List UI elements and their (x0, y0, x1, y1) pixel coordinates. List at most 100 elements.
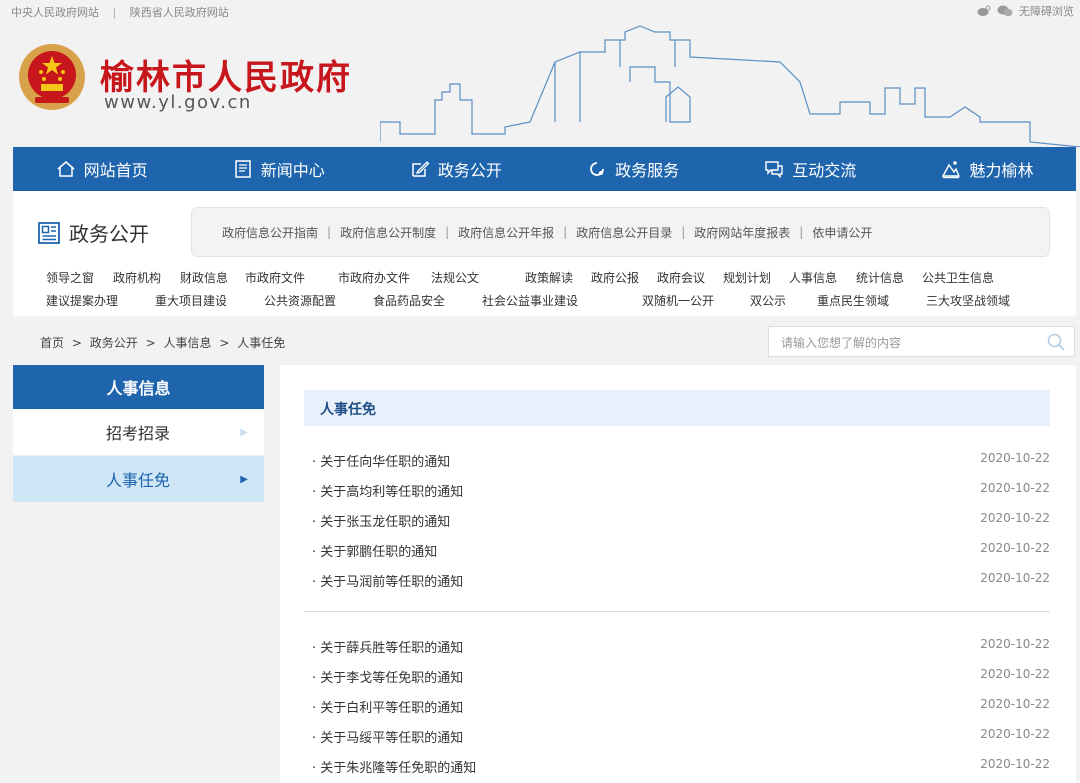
category-link[interactable]: 政府会议 (657, 269, 705, 286)
category-link[interactable]: 公共资源配置 (264, 292, 336, 309)
category-link[interactable]: 市政府办文件 (338, 269, 410, 286)
section-header: 政务公开 (37, 218, 149, 247)
wechat-icon[interactable] (997, 5, 1013, 17)
category-link[interactable]: 建议提案办理 (46, 292, 118, 309)
breadcrumb-appointments[interactable]: 人事任免 (237, 336, 285, 350)
category-link[interactable]: 三大攻坚战领域 (926, 292, 1010, 309)
article-link[interactable]: · 关于马绥平等任职的通知 (312, 727, 463, 746)
accessibility-link[interactable]: 无障碍浏览 (1019, 3, 1074, 19)
city-wall-skyline-icon (380, 25, 1080, 147)
national-emblem-icon[interactable] (17, 42, 87, 112)
list-item[interactable]: · 关于马绥平等任职的通知 2020-10-22 (304, 720, 1050, 750)
category-link[interactable]: 双随机一公开 (642, 292, 714, 309)
nav-home[interactable]: 网站首页 (13, 147, 190, 191)
breadcrumb: 首页 > 政务公开 > 人事信息 > 人事任免 (40, 334, 285, 351)
gov-affairs-section: 政务公开 政府信息公开指南 | 政府信息公开制度 | 政府信息公开年报 | 政府信息公… (13, 191, 1076, 316)
sidebar-item-label: 招考招录 (106, 424, 171, 443)
category-link[interactable]: 市政府文件 (245, 269, 305, 286)
nav-gov-affairs[interactable]: 政务公开 (367, 147, 544, 191)
separator: | (681, 225, 686, 239)
article-link[interactable]: · 关于郭鹏任职的通知 (312, 541, 437, 560)
category-link[interactable]: 规划计划 (723, 269, 771, 286)
article-link[interactable]: · 关于薛兵胜等任职的通知 (312, 637, 463, 656)
category-link[interactable]: 重点民生领域 (817, 292, 889, 309)
charm-icon (942, 161, 961, 179)
category-link[interactable]: 政府机构 (113, 269, 161, 286)
nav-interaction[interactable]: 互动交流 (722, 147, 899, 191)
article-date: 2020-10-22 (980, 511, 1050, 525)
article-link[interactable]: · 关于李戈等任免职的通知 (312, 667, 463, 686)
category-link[interactable]: 重大项目建设 (155, 292, 227, 309)
category-link[interactable]: 统计信息 (856, 269, 904, 286)
list-item[interactable]: · 关于郭鹏任职的通知 2020-10-22 (304, 534, 1050, 564)
category-link[interactable]: 人事信息 (789, 269, 837, 286)
category-link[interactable]: 领导之窗 (46, 269, 94, 286)
shaanxi-gov-link[interactable]: 陕西省人民政府网站 (130, 6, 229, 19)
sidebar: 人事信息 招考招录 ▶ 人事任免 ▶ (13, 365, 264, 503)
info-disclosure-links: 政府信息公开指南 | 政府信息公开制度 | 政府信息公开年报 | 政府信息公开目录 | … (191, 207, 1050, 257)
weibo-icon[interactable] (977, 5, 991, 17)
nav-news[interactable]: 新闻中心 (190, 147, 367, 191)
category-link[interactable]: 社会公益事业建设 (482, 292, 578, 309)
search-box (768, 326, 1075, 357)
breadcrumb-personnel-info[interactable]: 人事信息 (163, 336, 211, 350)
list-item[interactable]: · 关于朱兆隆等任免职的通知 2020-10-22 (304, 750, 1050, 780)
separator: | (327, 225, 332, 239)
list-item[interactable]: · 关于张玉龙任职的通知 2020-10-22 (304, 504, 1050, 534)
category-link[interactable]: 法规公文 (431, 269, 479, 286)
article-date: 2020-10-22 (980, 727, 1050, 741)
breadcrumb-home[interactable]: 首页 (40, 336, 64, 350)
list-item[interactable]: · 关于白利平等任职的通知 2020-10-22 (304, 690, 1050, 720)
sidebar-item-recruitment[interactable]: 招考招录 ▶ (13, 409, 264, 456)
section-title: 政务公开 (69, 222, 149, 246)
edit-icon (412, 161, 430, 177)
link-request-disclosure[interactable]: 依申请公开 (812, 224, 872, 241)
sidebar-title: 人事信息 (13, 365, 264, 409)
breadcrumb-gov-affairs[interactable]: 政务公开 (90, 336, 138, 350)
sidebar-item-appointments[interactable]: 人事任免 ▶ (13, 456, 264, 503)
category-link[interactable]: 政策解读 (525, 269, 573, 286)
article-link[interactable]: · 关于朱兆隆等任免职的通知 (312, 757, 476, 776)
article-link[interactable]: · 关于高均利等任职的通知 (312, 481, 463, 500)
link-site-annual-report[interactable]: 政府网站年度报表 (694, 224, 790, 241)
list-item[interactable]: · 关于高均利等任职的通知 2020-10-22 (304, 474, 1050, 504)
separator: | (563, 225, 568, 239)
nav-gov-affairs-label: 政务公开 (437, 161, 502, 180)
home-icon (57, 161, 75, 177)
article-link[interactable]: · 关于白利平等任职的通知 (312, 697, 463, 716)
separator: | (445, 225, 450, 239)
top-links-bar: 中央人民政府网站 | 陕西省人民政府网站 无障碍浏览 (0, 0, 1080, 22)
news-icon (235, 160, 251, 178)
category-link[interactable]: 财政信息 (180, 269, 228, 286)
chat-icon (765, 161, 783, 179)
article-date: 2020-10-22 (980, 451, 1050, 465)
list-item[interactable]: · 关于任向华任职的通知 2020-10-22 (304, 444, 1050, 474)
search-icon[interactable] (1046, 332, 1066, 352)
list-divider (304, 611, 1050, 612)
central-gov-link[interactable]: 中央人民政府网站 (11, 6, 99, 19)
sidebar-item-label: 人事任免 (106, 471, 171, 490)
article-link[interactable]: · 关于任向华任职的通知 (312, 451, 450, 470)
category-link[interactable]: 政府公报 (591, 269, 639, 286)
list-item[interactable]: · 关于李戈等任免职的通知 2020-10-22 (304, 660, 1050, 690)
breadcrumb-separator: > (71, 336, 82, 350)
nav-gov-service[interactable]: 政务服务 (545, 147, 722, 191)
site-url: www.yl.gov.cn (104, 92, 252, 113)
category-link[interactable]: 双公示 (750, 292, 786, 309)
link-disclosure-guide[interactable]: 政府信息公开指南 (222, 224, 318, 241)
link-disclosure-system[interactable]: 政府信息公开制度 (340, 224, 436, 241)
breadcrumb-separator: > (145, 336, 156, 350)
nav-charm-yulin[interactable]: 魅力榆林 (899, 147, 1076, 191)
category-link[interactable]: 公共卫生信息 (922, 269, 994, 286)
article-date: 2020-10-22 (980, 757, 1050, 771)
list-item[interactable]: · 关于马润前等任职的通知 2020-10-22 (304, 564, 1050, 594)
list-item[interactable]: · 关于薛兵胜等任职的通知 2020-10-22 (304, 630, 1050, 660)
article-link[interactable]: · 关于马润前等任职的通知 (312, 571, 463, 590)
link-disclosure-annual-report[interactable]: 政府信息公开年报 (458, 224, 554, 241)
link-disclosure-catalog[interactable]: 政府信息公开目录 (576, 224, 672, 241)
document-icon (38, 221, 60, 244)
category-link[interactable]: 食品药品安全 (373, 292, 445, 309)
search-input[interactable] (779, 333, 1033, 353)
article-link[interactable]: · 关于张玉龙任职的通知 (312, 511, 450, 530)
top-separator: | (112, 6, 117, 19)
